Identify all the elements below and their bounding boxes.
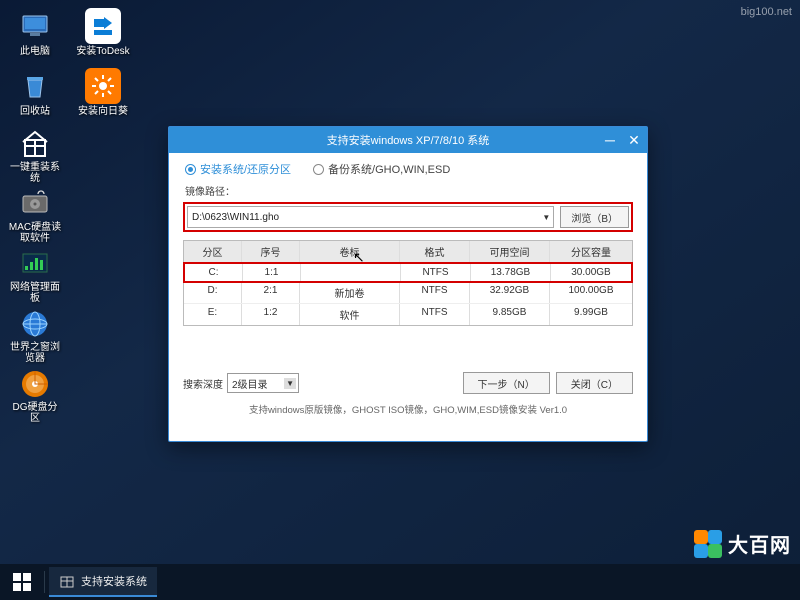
- col-format: 格式: [400, 241, 470, 262]
- radio-backup[interactable]: 备份系统/GHO,WIN,ESD: [313, 161, 450, 177]
- taskbar-item-installer[interactable]: 支持安装系统: [49, 567, 157, 597]
- close-window-button[interactable]: 关闭（C）: [556, 372, 633, 394]
- path-label: 镜像路径：: [185, 183, 633, 198]
- table-cell: 1:2: [242, 304, 300, 325]
- window-title: 支持安装windows XP/7/8/10 系统: [327, 132, 490, 148]
- table-cell: 100.00GB: [550, 282, 632, 303]
- table-cell: 新加卷: [300, 282, 400, 303]
- watermark-brand: 大百网: [694, 529, 791, 558]
- drive-icon: [17, 188, 53, 220]
- table-cell: NTFS: [400, 282, 470, 303]
- watermark-url: big100.net: [741, 6, 792, 18]
- table-cell: NTFS: [400, 304, 470, 325]
- table-cell: 13.78GB: [471, 264, 551, 281]
- col-index: 序号: [242, 241, 300, 262]
- house-icon: [17, 128, 53, 160]
- desktop-icon-network-panel[interactable]: 网络管理面板: [8, 248, 62, 304]
- app-icon: [59, 573, 75, 589]
- taskbar-label: 支持安装系统: [81, 573, 147, 589]
- table-cell: [301, 264, 401, 281]
- icon-label: 安装向日葵: [78, 106, 128, 117]
- window-titlebar[interactable]: 支持安装windows XP/7/8/10 系统 ─ ✕: [169, 127, 647, 153]
- depth-value: 2级目录: [232, 376, 268, 391]
- close-button[interactable]: ✕: [627, 133, 641, 147]
- table-cell: 32.92GB: [470, 282, 550, 303]
- table-cell: 2:1: [242, 282, 300, 303]
- icon-label: 网络管理面板: [8, 282, 62, 304]
- partition-icon: [17, 368, 53, 400]
- col-volume: 卷标: [300, 241, 400, 262]
- icon-label: DG硬盘分区: [8, 402, 62, 424]
- table-cell: 9.99GB: [550, 304, 632, 325]
- radio-install-restore[interactable]: 安装系统/还原分区: [185, 161, 291, 177]
- taskbar: 支持安装系统: [0, 564, 800, 600]
- partition-table: 分区 序号 卷标 格式 可用空间 分区容量 C:1:1NTFS13.78GB30…: [183, 240, 633, 326]
- icon-label: 回收站: [20, 106, 50, 117]
- desktop-icon-dg-partition[interactable]: DG硬盘分区: [8, 368, 62, 424]
- table-cell: 9.85GB: [470, 304, 550, 325]
- radio-dot-icon: [313, 164, 324, 175]
- radio-label: 备份系统/GHO,WIN,ESD: [328, 161, 450, 177]
- icon-label: 安装ToDesk: [76, 46, 129, 57]
- icon-label: 一键重装系统: [8, 162, 62, 184]
- installer-window: 支持安装windows XP/7/8/10 系统 ─ ✕ 安装系统/还原分区 备…: [168, 126, 648, 442]
- icon-label: MAC硬盘读取软件: [8, 222, 62, 244]
- desktop-icon-this-pc[interactable]: 此电脑: [8, 8, 62, 64]
- next-button[interactable]: 下一步（N）: [463, 372, 550, 394]
- minimize-button[interactable]: ─: [603, 133, 617, 147]
- desktop-icon-todesk[interactable]: 安装ToDesk: [76, 8, 130, 64]
- browse-button[interactable]: 浏览（B）: [560, 206, 629, 228]
- highlight-box-path: D:\0623\WIN11.gho ▼ 浏览（B）: [183, 202, 633, 232]
- footer-text: 支持windows原版镜像，GHOST ISO镜像，GHO,WIM,ESD镜像安…: [183, 402, 633, 416]
- taskbar-divider: [44, 571, 45, 593]
- col-partition: 分区: [184, 241, 242, 262]
- desktop-icon-recycle-bin[interactable]: 回收站: [8, 68, 62, 124]
- icon-label: 此电脑: [20, 46, 50, 57]
- table-row[interactable]: C:1:1 NTFS13.78GB30.00GB: [183, 262, 633, 283]
- desktop-icon-browser[interactable]: 世界之窗浏览器: [8, 308, 62, 364]
- table-cell: NTFS: [401, 264, 471, 281]
- radio-dot-icon: [185, 164, 196, 175]
- desktop-icons: 此电脑 安装ToDesk 回收站 安装向日葵 一键重装系统: [8, 8, 130, 424]
- table-cell: 1:1: [243, 264, 301, 281]
- network-icon: [17, 248, 53, 280]
- trash-icon: [17, 68, 53, 104]
- desktop-icon-sunflower[interactable]: 安装向日葵: [76, 68, 130, 124]
- globe-icon: [17, 308, 53, 340]
- brand-text: 大百网: [728, 529, 791, 558]
- path-value: D:\0623\WIN11.gho: [192, 212, 279, 223]
- radio-label: 安装系统/还原分区: [200, 161, 291, 177]
- table-row[interactable]: E:1:2软件NTFS9.85GB9.99GB: [184, 304, 632, 325]
- icon-label: 世界之窗浏览器: [8, 342, 62, 364]
- image-path-dropdown[interactable]: D:\0623\WIN11.gho ▼: [187, 206, 554, 228]
- start-button[interactable]: [4, 567, 40, 597]
- table-cell: D:: [184, 282, 242, 303]
- table-cell: 软件: [300, 304, 400, 325]
- depth-label: 搜索深度: [183, 376, 223, 391]
- col-free: 可用空间: [470, 241, 550, 262]
- desktop-icon-reinstall[interactable]: 一键重装系统: [8, 128, 62, 184]
- chevron-down-icon: ▼: [542, 213, 550, 222]
- table-cell: C:: [185, 264, 243, 281]
- col-capacity: 分区容量: [550, 241, 632, 262]
- pc-icon: [17, 8, 53, 44]
- table-cell: 30.00GB: [551, 264, 631, 281]
- table-cell: E:: [184, 304, 242, 325]
- todesk-icon: [85, 8, 121, 44]
- search-depth-dropdown[interactable]: 2级目录 ▼: [227, 373, 299, 393]
- sunflower-icon: [85, 68, 121, 104]
- chevron-down-icon: ▼: [284, 378, 296, 389]
- table-row[interactable]: D:2:1新加卷NTFS32.92GB100.00GB: [184, 282, 632, 304]
- desktop-icon-mac-drive[interactable]: MAC硬盘读取软件: [8, 188, 62, 244]
- table-header: 分区 序号 卷标 格式 可用空间 分区容量: [184, 241, 632, 263]
- brand-logo-icon: [694, 530, 722, 558]
